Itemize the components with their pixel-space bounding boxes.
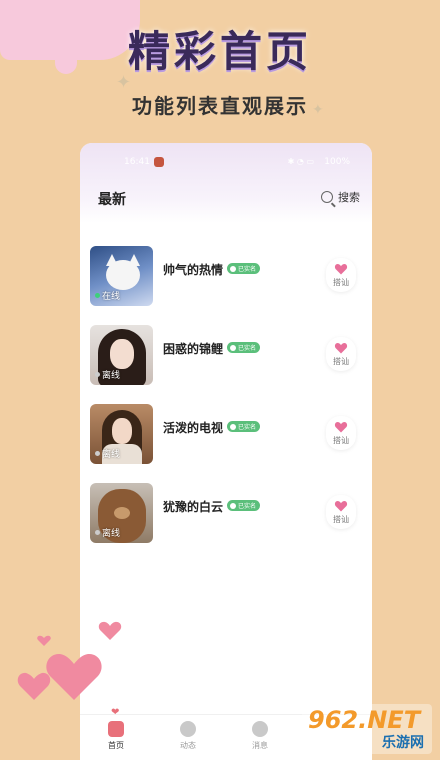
online-status: 离线 [95, 447, 120, 460]
watermark-bottom: 乐游网 [382, 735, 424, 751]
check-icon [230, 423, 236, 430]
list-item[interactable]: 离线 困惑的锦鲤 已实名 搭讪 [80, 325, 372, 404]
heart-icon [334, 422, 348, 433]
watermark-top: 962.NET [308, 706, 421, 734]
avatar[interactable]: 离线 [90, 404, 153, 464]
search-button[interactable]: 搜索 [321, 189, 360, 205]
check-icon [230, 265, 236, 272]
status-dot-icon [95, 293, 100, 298]
chat-up-button[interactable]: 搭讪 [326, 416, 356, 450]
list-item[interactable]: 离线 活泼的电视 已实名 搭讪 [80, 404, 372, 483]
user-name: 犹豫的白云 [163, 500, 224, 514]
decorative-hearts-icon [17, 621, 122, 700]
heart-icon [334, 501, 348, 512]
tab-home[interactable]: 首页 [96, 721, 136, 751]
user-name: 帅气的热情 [163, 263, 224, 277]
compass-icon [180, 721, 196, 737]
page-title: 最新 [98, 192, 126, 208]
status-dot-icon [95, 530, 100, 535]
avatar[interactable]: 离线 [90, 483, 153, 543]
user-name: 困惑的锦鲤 [163, 342, 224, 356]
verified-badge: 已实名 [227, 500, 261, 511]
heart-icon [334, 343, 348, 354]
status-dot-icon [95, 451, 100, 456]
verified-badge: 已实名 [227, 342, 261, 353]
list-item[interactable]: 在线 帅气的热情 已实名 搭讪 [80, 246, 372, 325]
status-time: 16:41 [124, 157, 150, 167]
watermark: 962.NET 乐游网 [302, 704, 432, 754]
search-label: 搜索 [338, 191, 360, 204]
signal-icons: ✱ ◔ ▭ [287, 157, 314, 166]
status-battery: 100% [324, 157, 350, 167]
chat-up-button[interactable]: 搭讪 [326, 495, 356, 529]
check-icon [230, 502, 236, 509]
chat-up-button[interactable]: 搭讪 [326, 337, 356, 371]
status-bar: 16:41 ✱ ◔ ▭ 100% [80, 155, 372, 171]
user-name: 活泼的电视 [163, 421, 224, 435]
avatar[interactable]: 离线 [90, 325, 153, 385]
decorative-heart-icon: ❤ [111, 707, 120, 718]
user-list: 在线 帅气的热情 已实名 搭讪 离线 困惑的锦鲤 已实名 搭讪 离线 活泼的电视… [80, 246, 372, 562]
status-dot-icon [95, 372, 100, 377]
sparkle-icon: ✦ [312, 102, 324, 118]
verified-badge: 已实名 [227, 263, 261, 274]
list-item[interactable]: 离线 犹豫的白云 已实名 搭讪 [80, 483, 372, 562]
online-status: 在线 [95, 289, 120, 302]
verified-badge: 已实名 [227, 421, 261, 432]
app-notification-icon [154, 157, 164, 167]
tab-messages[interactable]: 消息 [240, 721, 280, 751]
search-icon [321, 191, 333, 203]
avatar[interactable]: 在线 [90, 246, 153, 306]
home-icon [108, 721, 124, 737]
online-status: 离线 [95, 368, 120, 381]
check-icon [230, 344, 236, 351]
message-icon [252, 721, 268, 737]
sparkle-icon: ✦ [116, 72, 132, 93]
chat-up-button[interactable]: 搭讪 [326, 258, 356, 292]
online-status: 离线 [95, 526, 120, 539]
banner-title: 精彩首页 [127, 27, 312, 76]
tab-moments[interactable]: 动态 [168, 721, 208, 751]
heart-icon [334, 264, 348, 275]
banner-subtitle: 功能列表直观展示 [132, 94, 308, 118]
